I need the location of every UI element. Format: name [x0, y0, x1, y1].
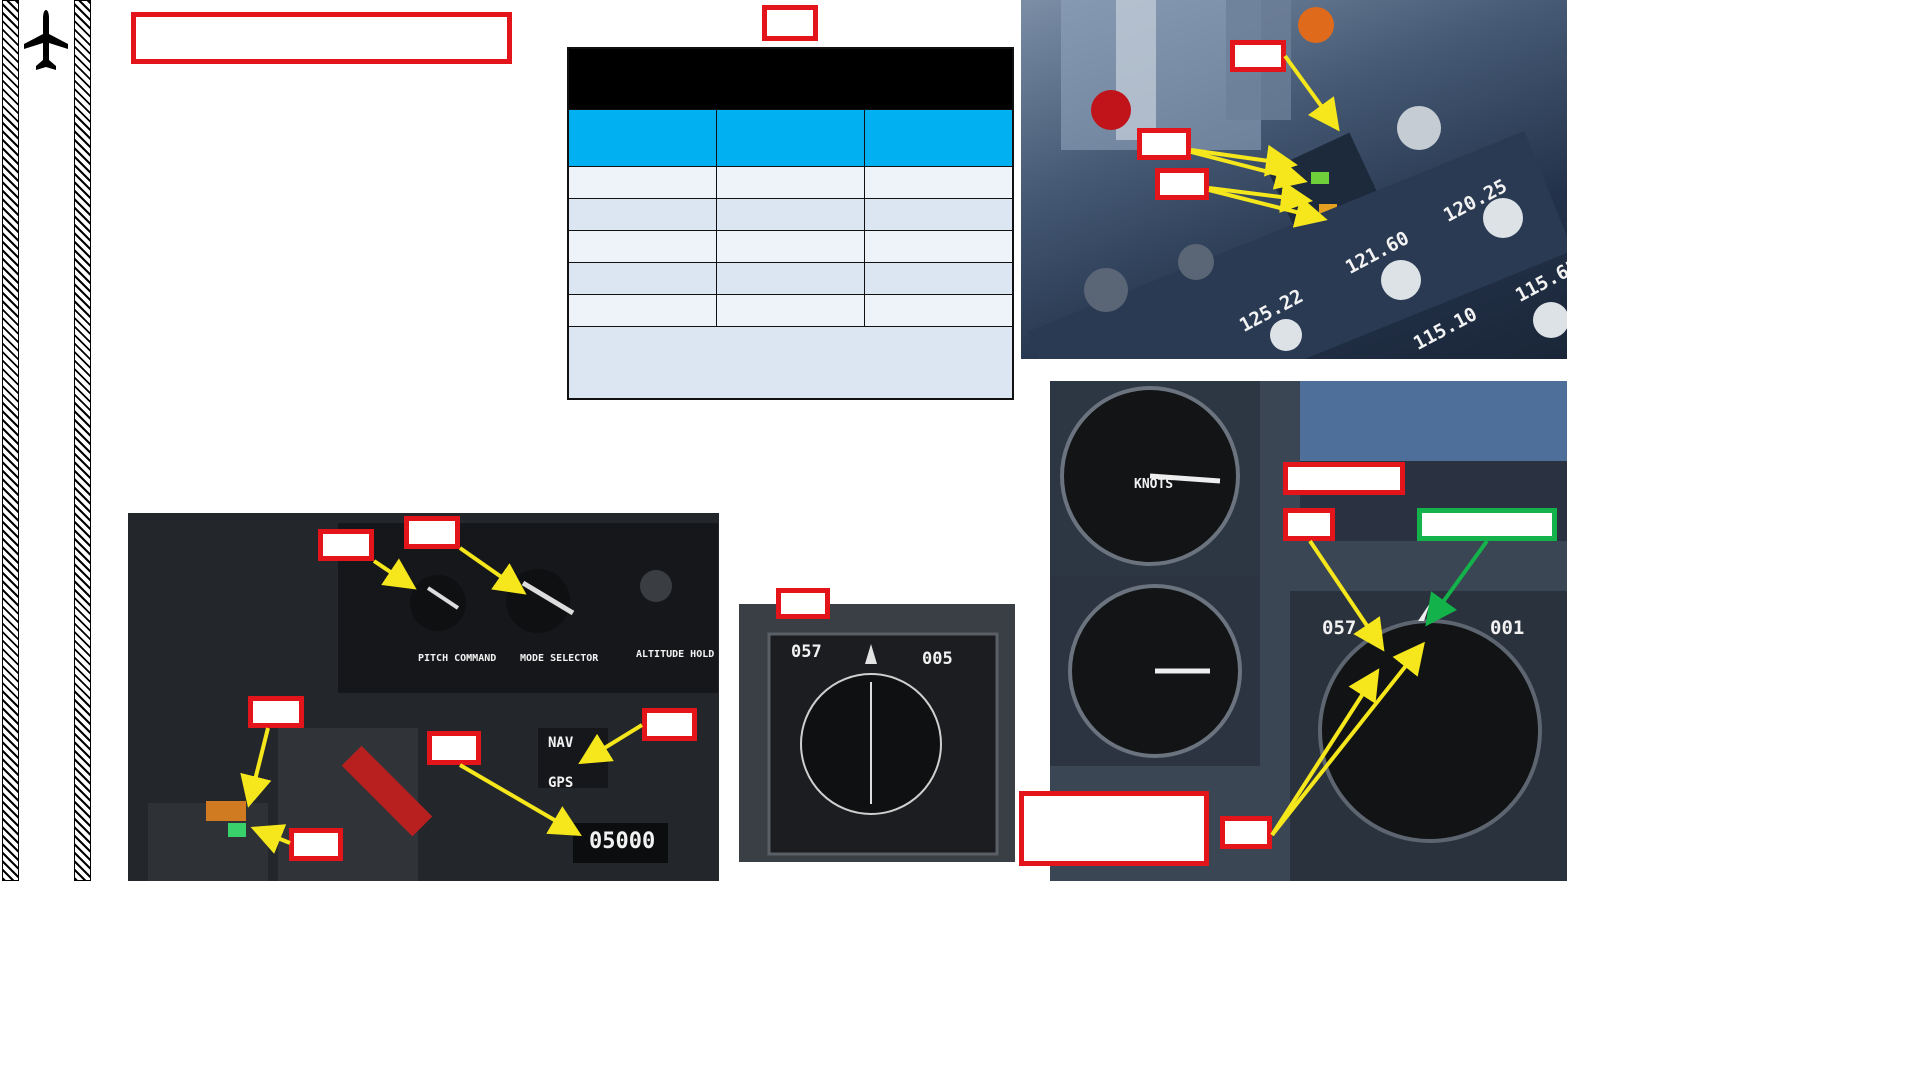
callout-arrows — [240, 54, 1489, 854]
